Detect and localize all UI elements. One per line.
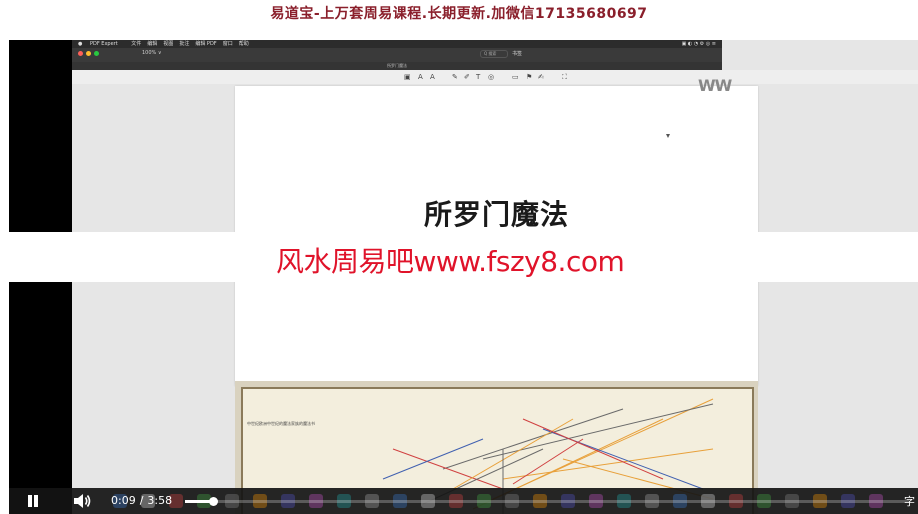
diagram-connector <box>382 438 484 480</box>
diagram-connector <box>442 408 624 470</box>
volume-icon[interactable] <box>72 493 92 509</box>
app-titlebar: 100% ∨ Q 搜索 书签 所罗门魔法 <box>72 48 722 70</box>
menu-item[interactable]: 窗口 <box>223 41 233 47</box>
highlight-tool-icon[interactable]: ✐ <box>464 73 470 81</box>
menu-item[interactable]: 编辑 PDF <box>195 41 216 47</box>
text-box-tool-icon[interactable]: ▣ <box>404 73 411 81</box>
zoom-select[interactable]: 100% ∨ <box>142 50 162 56</box>
document-tab[interactable]: 所罗门魔法 <box>72 62 722 70</box>
middle-watermark-strip: 风水周易吧www.fszy8.com <box>0 232 918 282</box>
text-tool-icon[interactable]: A <box>418 73 423 81</box>
video-controls-bar: 0:09/3:58 字 <box>9 488 918 514</box>
minimize-window-button[interactable] <box>86 51 91 56</box>
type-tool-icon[interactable]: T <box>476 73 480 81</box>
text-small-tool-icon[interactable]: A <box>430 73 435 81</box>
close-window-button[interactable] <box>78 51 83 56</box>
annotation-toolbar: ▣ A A ✎ ✐ T ◎ ▭ ⚑ ✍ ⛶ <box>72 70 918 84</box>
fullscreen-icon[interactable]: ⛶ <box>562 73 567 81</box>
watermark-fragment: WW <box>698 76 732 95</box>
menu-item[interactable]: 视图 <box>163 41 173 47</box>
menu-item[interactable]: 批注 <box>179 41 189 47</box>
signature-tool-icon[interactable]: ✍ <box>538 73 544 81</box>
app-name-menu[interactable]: PDF Expert <box>90 41 118 47</box>
menu-items: 文件 编辑 视图 批注 编辑 PDF 窗口 帮助 <box>125 41 248 47</box>
top-watermark-banner: 易道宝-上万套周易课程.长期更新.加微信17135680697 <box>0 0 918 28</box>
subtitle-button[interactable]: 字 <box>904 493 915 509</box>
diagram-connector <box>522 418 664 480</box>
mouse-cursor-icon <box>666 134 670 138</box>
time-display: 0:09/3:58 <box>111 494 172 507</box>
page-title: 所罗门魔法 <box>423 198 569 231</box>
stamp-tool-icon[interactable]: ⚑ <box>526 73 532 81</box>
bookmark-button[interactable]: 书签 <box>512 50 522 57</box>
diagram-connector <box>452 418 574 490</box>
menu-status-icons: ▣ ◐ ◔ ⚙ ◎ ≡ <box>681 41 716 47</box>
progress-bar[interactable] <box>185 497 909 506</box>
menu-item[interactable]: 帮助 <box>239 41 249 47</box>
search-input[interactable]: Q 搜索 <box>480 50 508 58</box>
menu-item[interactable]: 编辑 <box>147 41 157 47</box>
duration: 3:58 <box>147 494 173 507</box>
current-time: 0:09 <box>111 494 136 507</box>
progress-handle[interactable] <box>208 497 218 506</box>
menu-item[interactable]: 文件 <box>131 41 141 47</box>
zoom-window-button[interactable] <box>94 51 99 56</box>
middle-watermark-text: 风水周易吧www.fszy8.com <box>276 245 625 278</box>
apple-icon[interactable]: ● <box>78 41 82 47</box>
pause-button[interactable] <box>27 495 39 507</box>
document-tab-label: 所罗门魔法 <box>387 63 407 68</box>
screenshot-frame: 易道宝-上万套周易课程.长期更新.加微信17135680697 ● PDF Ex… <box>0 0 918 514</box>
mac-menu-bar: ● PDF Expert 文件 编辑 视图 批注 编辑 PDF 窗口 帮助 ▣ ◐ ◔ ⚙ … <box>72 40 722 48</box>
time-separator: / <box>139 494 144 507</box>
top-banner-text: 易道宝-上万套周易课程.长期更新.加微信17135680697 <box>270 6 648 22</box>
shape-tool-icon[interactable]: ◎ <box>488 73 494 81</box>
comment-tool-icon[interactable]: ▭ <box>512 73 519 81</box>
pen-tool-icon[interactable]: ✎ <box>452 73 458 81</box>
